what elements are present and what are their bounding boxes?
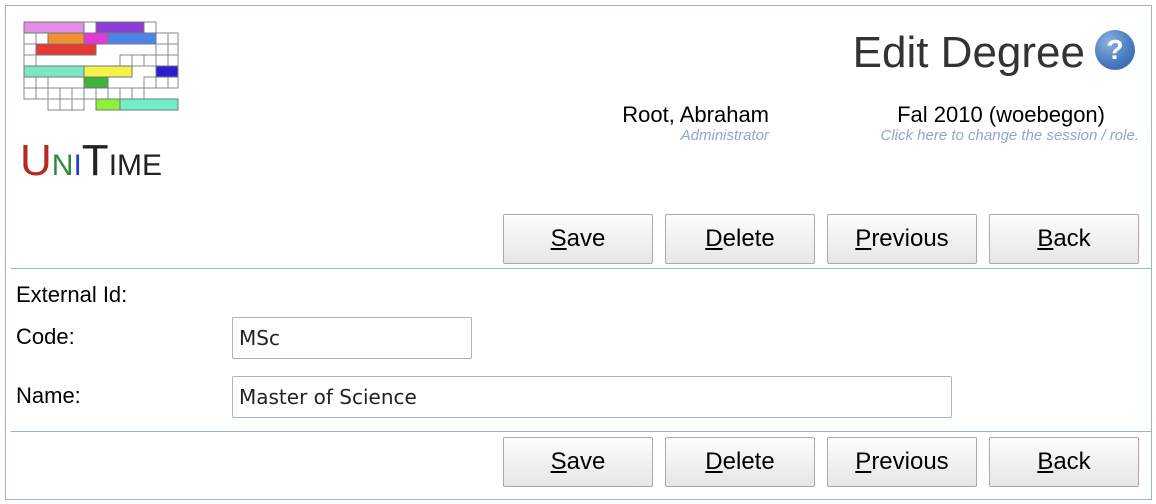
save-accesskey: S <box>550 225 567 252</box>
previous-label: revious <box>871 448 949 475</box>
save-button-bottom[interactable]: Save <box>503 437 653 487</box>
previous-accesskey: P <box>855 225 872 252</box>
logo-letters-ime: IME <box>108 149 163 182</box>
logo-grid-icon <box>23 21 179 111</box>
user-role[interactable]: Administrator <box>681 127 769 144</box>
user-name[interactable]: Root, Abraham <box>622 102 769 128</box>
back-label: ack <box>1053 225 1091 252</box>
code-input[interactable]: MSc <box>232 317 472 359</box>
back-accesskey: B <box>1037 448 1054 475</box>
unitime-logo[interactable]: UNITIME <box>20 18 180 188</box>
previous-button-top[interactable]: Previous <box>827 214 977 264</box>
logo-wordmark: UNITIME <box>20 136 190 186</box>
save-label: ave <box>566 225 606 252</box>
logo-letter-t: T <box>81 136 109 185</box>
back-button-top[interactable]: Back <box>989 214 1139 264</box>
help-icon[interactable]: ? <box>1095 30 1135 70</box>
session-name[interactable]: Fal 2010 (woebegon) <box>897 102 1105 128</box>
logo-letter-i: I <box>73 149 82 182</box>
delete-accesskey: D <box>705 448 723 475</box>
external-id-label: External Id: <box>16 282 128 307</box>
footer-separator <box>11 431 1152 432</box>
delete-button-bottom[interactable]: Delete <box>665 437 815 487</box>
logo-letter-u: U <box>20 136 52 185</box>
delete-accesskey: D <box>705 225 723 252</box>
previous-accesskey: P <box>855 448 872 475</box>
page-frame: UNITIME Edit Degree ? Root, Abraham Admi… <box>5 5 1152 500</box>
delete-label: elete <box>722 225 775 252</box>
previous-button-bottom[interactable]: Previous <box>827 437 977 487</box>
code-label: Code: <box>16 324 75 349</box>
delete-button-top[interactable]: Delete <box>665 214 815 264</box>
back-label: ack <box>1053 448 1091 475</box>
back-accesskey: B <box>1037 225 1054 252</box>
back-button-bottom[interactable]: Back <box>989 437 1139 487</box>
name-input[interactable]: Master of Science <box>232 376 952 418</box>
session-change-hint[interactable]: Click here to change the session / role. <box>881 127 1139 144</box>
logo-letter-n: N <box>51 149 74 182</box>
save-label: ave <box>566 448 606 475</box>
previous-label: revious <box>871 225 949 252</box>
delete-label: elete <box>722 448 775 475</box>
save-button-top[interactable]: Save <box>503 214 653 264</box>
page-title: Edit Degree <box>852 28 1085 77</box>
save-accesskey: S <box>550 448 567 475</box>
name-label: Name: <box>16 383 81 408</box>
header-separator <box>11 268 1152 269</box>
